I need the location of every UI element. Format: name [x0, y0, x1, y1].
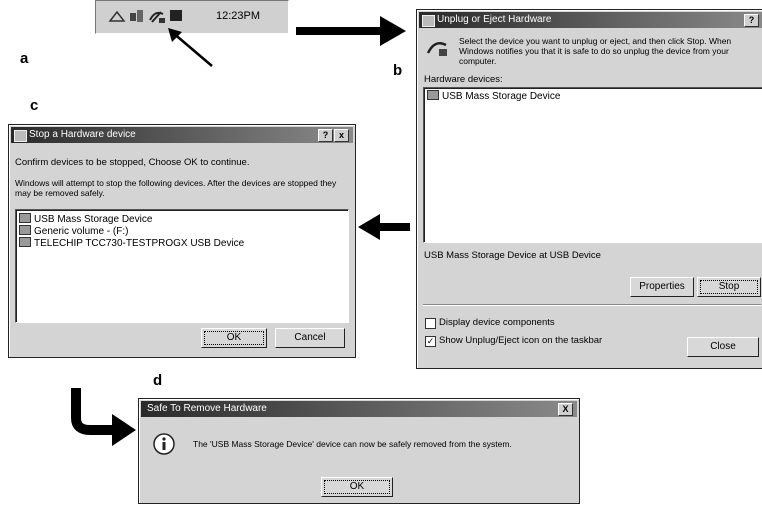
usb-device-icon [427, 90, 439, 100]
unplug-eject-icon[interactable] [147, 6, 167, 26]
volume-icon[interactable] [128, 7, 146, 25]
panel-label-b: b [393, 62, 403, 79]
safe-remove-message: The 'USB Mass Storage Device' device can… [193, 439, 512, 449]
stop-hardware-window: Stop a Hardware device ? x Confirm devic… [8, 124, 356, 358]
stop-window-titlebar: Stop a Hardware device ? x [11, 127, 353, 143]
unplug-eject-window: Unplug or Eject Hardware ? Select the de… [416, 9, 762, 369]
close-x-button[interactable]: X [558, 403, 573, 416]
unplug-instructions: Select the device you want to unplug or … [459, 36, 732, 66]
properties-button[interactable]: Properties [630, 277, 694, 297]
stop-info-text: Windows will attempt to stop the followi… [15, 178, 337, 198]
window-icon [14, 130, 27, 142]
help-button[interactable]: ? [744, 14, 759, 27]
drive-icon [19, 225, 31, 235]
panel-label-c: c [30, 97, 39, 114]
hardware-devices-label: Hardware devices: [424, 74, 503, 85]
monitor-icon[interactable] [169, 9, 183, 23]
device-label: USB Mass Storage Device [442, 91, 561, 102]
unplug-window-titlebar: Unplug or Eject Hardware ? [419, 12, 762, 28]
divider [423, 304, 761, 306]
pointer-arrow-icon [168, 28, 213, 67]
taskbar-clock[interactable]: 12:23PM [216, 10, 260, 22]
network-icon[interactable] [108, 9, 126, 25]
stop-devices-list[interactable]: USB Mass Storage Device Generic volume -… [15, 209, 349, 323]
ok-button[interactable]: OK [321, 477, 393, 497]
close-x-button[interactable]: x [334, 129, 349, 142]
stop-button[interactable]: Stop [697, 277, 761, 297]
close-button[interactable]: Close [687, 337, 759, 357]
safe-window-titlebar: Safe To Remove Hardware X [141, 401, 577, 417]
display-components-label: Display device components [439, 317, 555, 328]
list-item[interactable]: TELECHIP TCC730-TESTPROGX USB Device [19, 237, 244, 250]
panel-label-a: a [20, 50, 29, 67]
unplug-hardware-icon [426, 42, 447, 56]
flow-arrow-curved-icon [71, 388, 136, 446]
display-components-checkbox[interactable] [425, 318, 436, 329]
device-icon [19, 237, 31, 247]
confirm-text: Confirm devices to be stopped, Choose OK… [15, 157, 250, 168]
usb-device-icon [19, 213, 31, 223]
cancel-button[interactable]: Cancel [275, 328, 345, 348]
device-status-text: USB Mass Storage Device at USB Device [424, 250, 601, 261]
show-taskbar-checkbox[interactable]: ✓ [425, 336, 436, 347]
window-icon [422, 15, 435, 27]
device-label: TELECHIP TCC730-TESTPROGX USB Device [34, 238, 245, 249]
device-label: Generic volume - (F:) [34, 226, 129, 237]
stop-window-title: Stop a Hardware device [29, 129, 136, 140]
safe-window-title: Safe To Remove Hardware [147, 403, 267, 414]
flow-arrow-right-icon [296, 16, 406, 46]
safe-to-remove-window: Safe To Remove Hardware X The 'USB Mass … [138, 398, 580, 504]
unplug-window-title: Unplug or Eject Hardware [437, 14, 552, 25]
list-item[interactable]: USB Mass Storage Device [427, 90, 560, 103]
help-button[interactable]: ? [318, 129, 333, 142]
ok-button[interactable]: OK [201, 328, 267, 348]
flow-arrow-left-icon [358, 214, 410, 240]
panel-label-d: d [153, 372, 163, 389]
hardware-devices-list[interactable]: USB Mass Storage Device [423, 87, 762, 243]
info-icon [153, 433, 175, 455]
show-taskbar-label: Show Unplug/Eject icon on the taskbar [439, 335, 603, 346]
device-label: USB Mass Storage Device [34, 214, 153, 225]
